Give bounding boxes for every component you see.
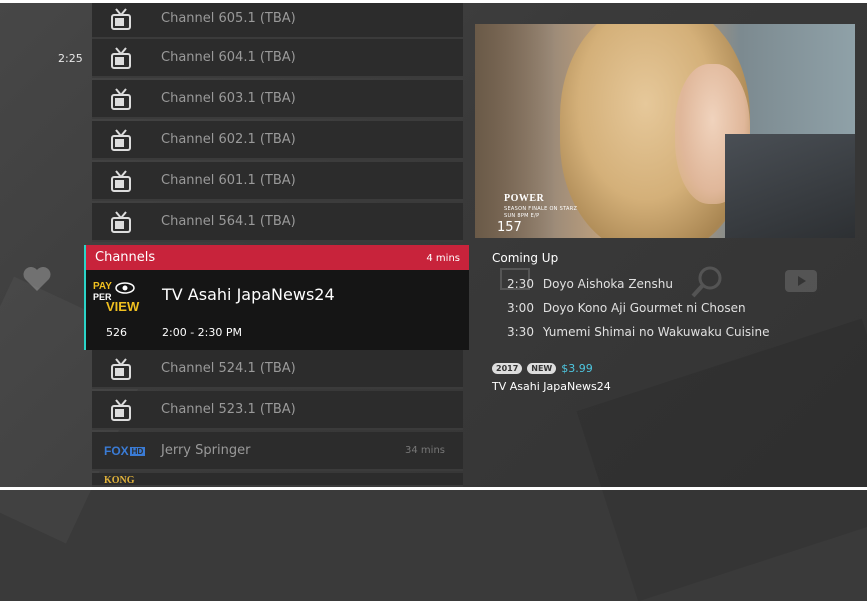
program-time: 2:00 - 2:30 PM bbox=[162, 326, 242, 339]
program-badges: 2017 NEW $3.99 bbox=[492, 362, 593, 375]
channel-name: Channel 564.1 (TBA) bbox=[161, 214, 296, 229]
channel-name: Channel 523.1 (TBA) bbox=[161, 402, 296, 417]
year-badge: 2017 bbox=[492, 363, 523, 374]
preview-channel-number: 157 bbox=[497, 220, 522, 235]
tv-icon bbox=[111, 88, 131, 110]
channel-row[interactable]: FOX HD Jerry Springer 34 mins bbox=[92, 432, 463, 471]
channel-row[interactable]: Channel 524.1 (TBA) bbox=[92, 350, 463, 389]
promo-subtitle: SEASON FINALE ON STARZ bbox=[504, 206, 578, 212]
video-preview[interactable]: POWER SEASON FINALE ON STARZ SUN 8PM E/P… bbox=[475, 24, 855, 238]
fox-logo-text: FOX bbox=[104, 444, 129, 458]
coming-up-time: 3:30 bbox=[507, 325, 534, 339]
channel-row[interactable]: Channel 523.1 (TBA) bbox=[92, 391, 463, 430]
channel-name: Channel 605.1 (TBA) bbox=[161, 11, 296, 26]
details-title: TV Asahi JapaNews24 bbox=[492, 380, 611, 393]
channel-name: Jerry Springer bbox=[161, 443, 251, 458]
preview-image-area bbox=[725, 134, 855, 238]
new-badge: NEW bbox=[527, 363, 557, 374]
tv-icon bbox=[111, 129, 131, 151]
kong-logo: KONG bbox=[104, 475, 135, 486]
channel-row[interactable]: Channel 601.1 (TBA) bbox=[92, 162, 463, 201]
search-icon bbox=[691, 266, 722, 298]
channel-name: Channel 524.1 (TBA) bbox=[161, 361, 296, 376]
coming-up-time: 2:30 bbox=[507, 277, 534, 291]
channel-number: 526 bbox=[106, 326, 127, 339]
youtube-icon bbox=[785, 270, 817, 292]
frame-border bbox=[0, 0, 867, 3]
channel-name: Channel 604.1 (TBA) bbox=[161, 50, 296, 65]
channel-row[interactable]: Channel 604.1 (TBA) bbox=[92, 39, 463, 78]
channels-header-time: 4 mins bbox=[426, 253, 460, 264]
heart-icon bbox=[23, 267, 51, 291]
coming-up-item[interactable]: 3:00 Doyo Kono Aji Gourmet ni Chosen bbox=[507, 301, 746, 315]
program-title: TV Asahi JapaNews24 bbox=[162, 285, 335, 304]
fox-logo: FOX HD bbox=[104, 444, 146, 458]
coming-up-time: 3:00 bbox=[507, 301, 534, 315]
channel-row[interactable]: Channel 602.1 (TBA) bbox=[92, 121, 463, 160]
coming-up-title: Doyo Kono Aji Gourmet ni Chosen bbox=[542, 301, 746, 315]
channel-row[interactable]: Channel 603.1 (TBA) bbox=[92, 80, 463, 119]
channel-duration: 34 mins bbox=[405, 445, 445, 456]
channel-name: Channel 601.1 (TBA) bbox=[161, 173, 296, 188]
channel-name: Channel 603.1 (TBA) bbox=[161, 91, 296, 106]
hd-badge: HD bbox=[129, 447, 146, 456]
price: $3.99 bbox=[561, 362, 593, 375]
channel-row[interactable]: Channel 605.1 (TBA) bbox=[92, 0, 463, 39]
coming-up-item[interactable]: 2:30 Doyo Aishoka Zenshu bbox=[507, 277, 673, 291]
channels-header-title: Channels bbox=[95, 250, 156, 265]
channel-name: Channel 602.1 (TBA) bbox=[161, 132, 296, 147]
channel-row[interactable]: Channel 564.1 (TBA) bbox=[92, 203, 463, 242]
svg-text:PAY: PAY bbox=[93, 281, 112, 292]
coming-up-title: Yumemi Shimai no Wakuwaku Cuisine bbox=[542, 325, 770, 339]
coming-up-title: Doyo Aishoka Zenshu bbox=[542, 277, 673, 291]
current-time: 2:25 bbox=[58, 52, 83, 65]
tv-icon bbox=[111, 47, 131, 69]
tv-icon bbox=[111, 170, 131, 192]
tv-icon bbox=[111, 211, 131, 233]
coming-up-label: Coming Up bbox=[492, 251, 559, 265]
svg-text:VIEW: VIEW bbox=[106, 299, 140, 314]
tv-icon bbox=[111, 8, 131, 30]
tv-icon bbox=[111, 399, 131, 421]
promo-subtitle: SUN 8PM E/P bbox=[504, 213, 540, 219]
channel-row[interactable]: KONG bbox=[92, 473, 463, 487]
promo-title: POWER bbox=[504, 193, 545, 204]
coming-up-item[interactable]: 3:30 Yumemi Shimai no Wakuwaku Cuisine bbox=[507, 325, 770, 339]
channels-header: Channels 4 mins bbox=[86, 245, 469, 270]
pay-per-view-logo: PAY PER VIEW bbox=[93, 281, 140, 314]
selected-channel[interactable]: Channels 4 mins PAY PER VIEW TV Asahi Ja… bbox=[84, 245, 469, 350]
tv-icon bbox=[111, 358, 131, 380]
